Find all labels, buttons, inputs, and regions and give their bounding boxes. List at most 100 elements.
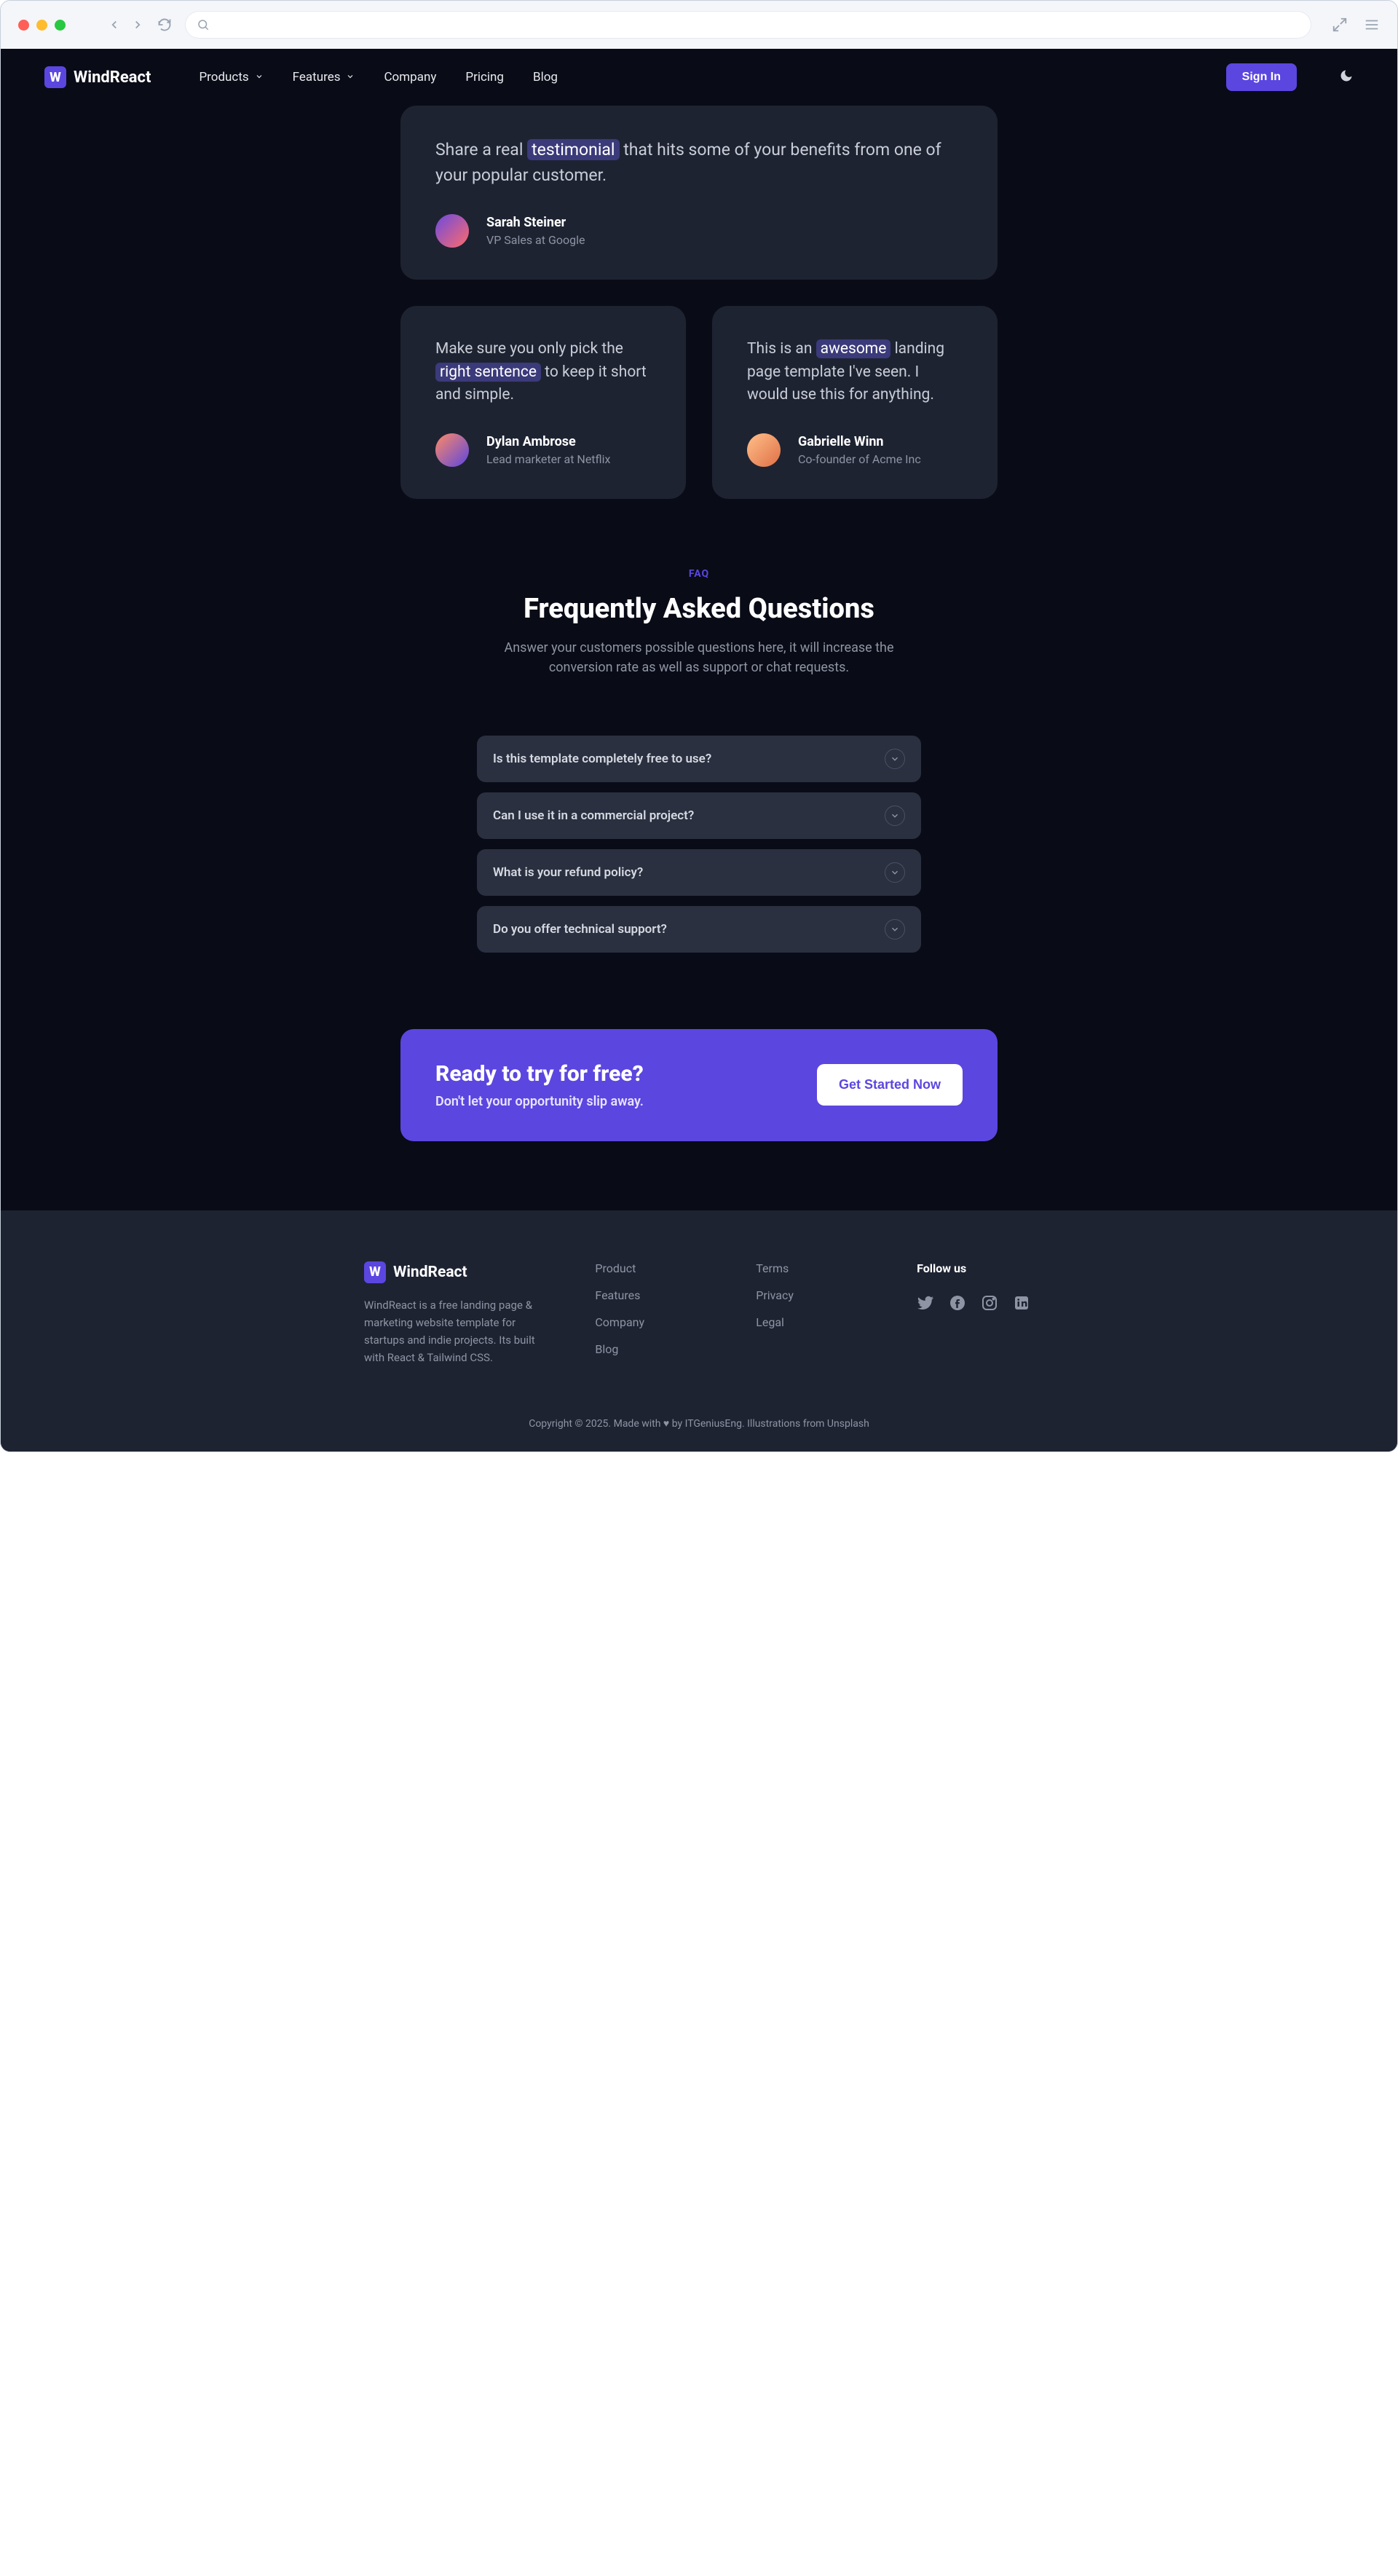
signin-button[interactable]: Sign In — [1226, 63, 1297, 91]
refresh-icon[interactable] — [157, 17, 172, 32]
cta-title: Ready to try for free? — [435, 1061, 644, 1087]
social-links — [917, 1294, 1034, 1315]
copyright: Copyright © 2025. Made with ♥ by ITGeniu… — [44, 1417, 1354, 1430]
footer-link-privacy[interactable]: Privacy — [756, 1288, 873, 1302]
footer-link-company[interactable]: Company — [595, 1315, 712, 1329]
nav-arrows — [108, 18, 144, 31]
footer-links-col-1: Product Features Company Blog — [595, 1261, 712, 1366]
cta-subtitle: Don't let your opportunity slip away. — [435, 1094, 644, 1109]
author-role: Lead marketer at Netflix — [486, 452, 610, 466]
faq-list: Is this template completely free to use?… — [477, 736, 921, 953]
footer-link-legal[interactable]: Legal — [756, 1315, 873, 1329]
testimonial-text: This is an awesome landing page template… — [747, 338, 963, 407]
search-icon — [197, 18, 210, 31]
faq-subtitle: Answer your customers possible questions… — [473, 638, 925, 677]
linkedin-icon[interactable] — [1013, 1294, 1030, 1315]
nav-link-label: Products — [199, 70, 248, 84]
cta-banner: Ready to try for free? Don't let your op… — [400, 1029, 998, 1141]
nav-link-label: Blog — [533, 70, 558, 84]
highlight-mark: testimonial — [527, 139, 619, 160]
faq-question: What is your refund policy? — [493, 865, 643, 880]
moon-icon — [1339, 68, 1354, 83]
brand-name: WindReact — [393, 1264, 467, 1281]
chevron-down-icon — [885, 919, 905, 940]
cta-button[interactable]: Get Started Now — [817, 1064, 963, 1106]
nav-link-blog[interactable]: Blog — [533, 70, 558, 84]
nav-links: Products Features Company Pricing Blog — [199, 70, 558, 84]
author-name: Dylan Ambrose — [486, 434, 610, 449]
chevron-down-icon — [885, 806, 905, 826]
faq-question: Can I use it in a commercial project? — [493, 808, 694, 823]
footer-brand[interactable]: W WindReact — [364, 1261, 551, 1283]
chevron-down-icon — [255, 70, 264, 84]
browser-frame: W WindReact Products Features Company Prici… — [0, 0, 1398, 1452]
nav-link-label: Company — [384, 70, 436, 84]
close-window-button[interactable] — [18, 20, 29, 31]
minimize-window-button[interactable] — [36, 20, 47, 31]
app-content: W WindReact Products Features Company Prici… — [1, 49, 1397, 1452]
address-bar[interactable] — [185, 11, 1311, 39]
facebook-icon[interactable] — [949, 1294, 966, 1315]
faq-title: Frequently Asked Questions — [400, 593, 998, 625]
faq-item[interactable]: What is your refund policy? — [477, 849, 921, 896]
testimonial-text: Share a real testimonial that hits some … — [435, 138, 963, 188]
browser-toolbar — [1, 1, 1397, 49]
nav-link-company[interactable]: Company — [384, 70, 436, 84]
traffic-lights — [18, 20, 66, 31]
browser-actions — [1332, 17, 1380, 33]
theme-toggle[interactable] — [1339, 68, 1354, 86]
nav-link-pricing[interactable]: Pricing — [465, 70, 504, 84]
faq-item[interactable]: Is this template completely free to use? — [477, 736, 921, 782]
nav-link-label: Features — [293, 70, 341, 84]
avatar — [747, 433, 781, 467]
testimonial-card: Make sure you only pick the right senten… — [400, 306, 686, 499]
author-role: Co-founder of Acme Inc — [798, 452, 921, 466]
author-role: VP Sales at Google — [486, 233, 585, 247]
site-footer: W WindReact WindReact is a free landing … — [1, 1210, 1397, 1452]
avatar — [435, 433, 469, 467]
faq-item[interactable]: Do you offer technical support? — [477, 906, 921, 953]
nav-link-label: Pricing — [465, 70, 504, 84]
author-name: Gabrielle Winn — [798, 434, 921, 449]
footer-link-blog[interactable]: Blog — [595, 1342, 712, 1356]
menu-icon[interactable] — [1364, 17, 1380, 33]
testimonial-text: Make sure you only pick the right senten… — [435, 338, 651, 407]
testimonial-card: Share a real testimonial that hits some … — [400, 106, 998, 280]
brand[interactable]: W WindReact — [44, 66, 151, 88]
chevron-down-icon — [885, 862, 905, 883]
testimonial-row: Make sure you only pick the right senten… — [400, 306, 998, 499]
chevron-down-icon — [885, 749, 905, 769]
brand-logo: W — [364, 1261, 386, 1283]
footer-link-product[interactable]: Product — [595, 1261, 712, 1275]
maximize-window-button[interactable] — [55, 20, 66, 31]
site-navbar: W WindReact Products Features Company Prici… — [1, 49, 1397, 106]
faq-pretitle: FAQ — [400, 568, 998, 580]
avatar — [435, 214, 469, 248]
testimonial-card: This is an awesome landing page template… — [712, 306, 998, 499]
faq-section: FAQ Frequently Asked Questions Answer yo… — [400, 568, 998, 953]
testimonial-author: Gabrielle Winn Co-founder of Acme Inc — [747, 433, 963, 467]
footer-links-col-2: Terms Privacy Legal — [756, 1261, 873, 1366]
twitter-icon[interactable] — [917, 1294, 934, 1315]
highlight-mark: awesome — [816, 339, 891, 358]
author-name: Sarah Steiner — [486, 215, 585, 230]
footer-follow-col: Follow us — [917, 1261, 1034, 1366]
faq-question: Do you offer technical support? — [493, 922, 667, 937]
footer-link-terms[interactable]: Terms — [756, 1261, 873, 1275]
brand-logo: W — [44, 66, 66, 88]
footer-description: WindReact is a free landing page & marke… — [364, 1296, 551, 1366]
faq-question: Is this template completely free to use? — [493, 752, 711, 766]
brand-name: WindReact — [74, 68, 151, 87]
footer-brand-col: W WindReact WindReact is a free landing … — [364, 1261, 551, 1366]
back-icon[interactable] — [108, 18, 121, 31]
expand-icon[interactable] — [1332, 17, 1348, 33]
chevron-down-icon — [346, 70, 355, 84]
instagram-icon[interactable] — [981, 1294, 998, 1315]
testimonial-author: Sarah Steiner VP Sales at Google — [435, 214, 963, 248]
footer-link-features[interactable]: Features — [595, 1288, 712, 1302]
faq-item[interactable]: Can I use it in a commercial project? — [477, 792, 921, 839]
nav-link-products[interactable]: Products — [199, 70, 263, 84]
nav-link-features[interactable]: Features — [293, 70, 355, 84]
forward-icon[interactable] — [131, 18, 144, 31]
highlight-mark: right sentence — [435, 363, 541, 382]
